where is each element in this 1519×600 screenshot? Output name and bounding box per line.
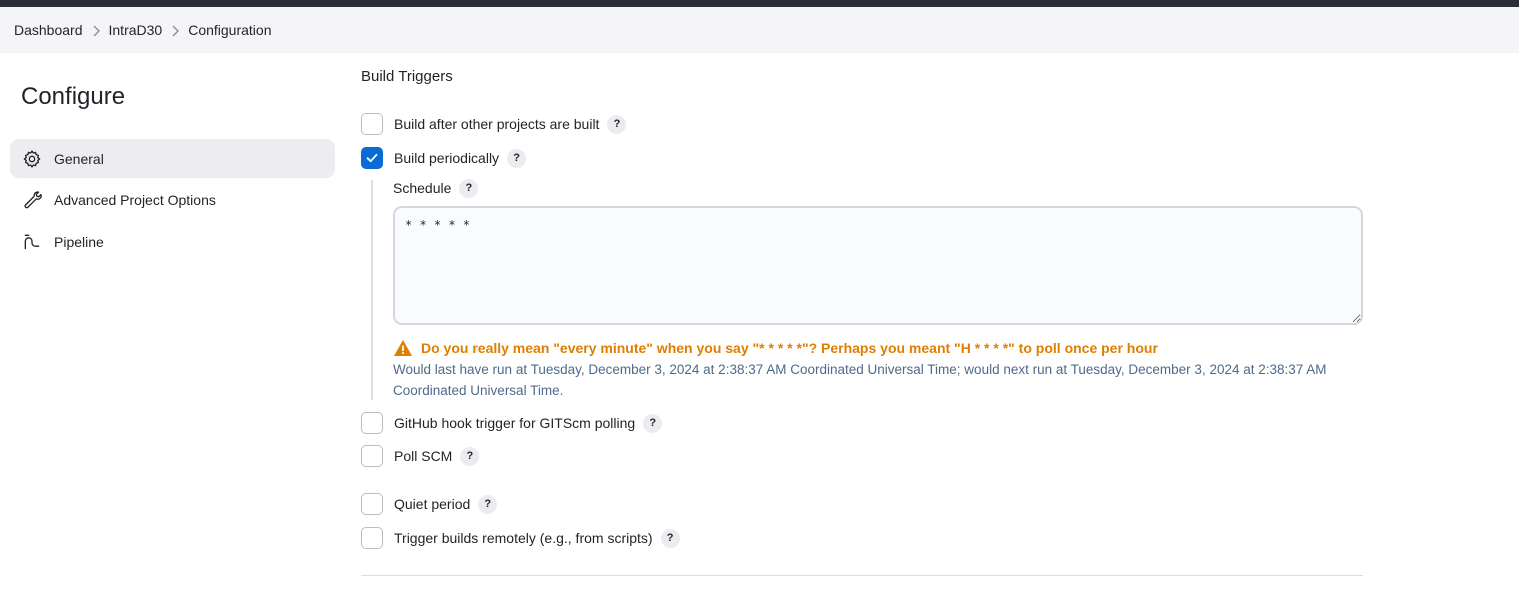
sidebar-item-advanced-project-options[interactable]: Advanced Project Options	[10, 180, 335, 219]
help-icon[interactable]: ?	[460, 446, 480, 466]
build-periodically-label[interactable]: Build periodically	[394, 150, 499, 166]
build-periodically-checkbox[interactable]	[361, 147, 383, 169]
schedule-warning: Do you really mean "every minute" when y…	[393, 338, 1158, 358]
help-icon[interactable]: ?	[643, 413, 663, 433]
github-hook-label[interactable]: GitHub hook trigger for GITScm polling	[394, 415, 635, 431]
sidebar-item-label: Pipeline	[54, 233, 104, 250]
breadcrumb-dashboard[interactable]: Dashboard	[14, 22, 83, 38]
nested-indent-line	[371, 180, 373, 400]
sidebar-item-general[interactable]: General	[10, 139, 335, 178]
help-icon[interactable]: ?	[660, 528, 680, 548]
trigger-remotely-label[interactable]: Trigger builds remotely (e.g., from scri…	[394, 530, 653, 546]
checkmark-icon	[366, 153, 378, 163]
sidebar-item-label: Advanced Project Options	[54, 191, 216, 208]
schedule-run-info: Would last have run at Tuesday, December…	[393, 362, 1327, 398]
pipeline-icon	[22, 232, 42, 252]
poll-scm-checkbox[interactable]	[361, 445, 383, 467]
chevron-right-icon	[162, 22, 188, 38]
build-triggers-section: Build Triggers Build after other project…	[361, 53, 1363, 600]
sidebar-item-pipeline[interactable]: Pipeline	[10, 222, 335, 261]
poll-scm-label[interactable]: Poll SCM	[394, 448, 452, 464]
sidebar-item-label: General	[54, 150, 104, 167]
top-header-bar	[0, 0, 1519, 7]
schedule-warning-text: Do you really mean "every minute" when y…	[421, 340, 1158, 356]
schedule-field-label: Schedule ?	[393, 178, 479, 198]
quiet-period-label[interactable]: Quiet period	[394, 496, 470, 512]
page-title: Configure	[21, 83, 126, 110]
section-title: Build Triggers	[361, 68, 453, 85]
option-quiet-period: Quiet period ?	[361, 493, 498, 515]
build-after-other-label[interactable]: Build after other projects are built	[394, 116, 599, 132]
help-icon[interactable]: ?	[459, 178, 479, 198]
trigger-github-hook: GitHub hook trigger for GITScm polling ?	[361, 412, 663, 434]
help-icon[interactable]: ?	[607, 114, 627, 134]
trigger-build-periodically: Build periodically ?	[361, 147, 527, 169]
help-icon[interactable]: ?	[507, 148, 527, 168]
gear-icon	[22, 149, 42, 169]
schedule-label: Schedule	[393, 180, 452, 196]
wrench-icon	[22, 190, 42, 210]
trigger-builds-remotely: Trigger builds remotely (e.g., from scri…	[361, 527, 680, 549]
warning-icon	[393, 338, 413, 358]
trigger-remotely-checkbox[interactable]	[361, 527, 383, 549]
breadcrumb-configuration[interactable]: Configuration	[188, 22, 271, 38]
schedule-input[interactable]	[393, 206, 1363, 325]
quiet-period-checkbox[interactable]	[361, 493, 383, 515]
chevron-right-icon	[83, 22, 109, 38]
build-after-other-checkbox[interactable]	[361, 113, 383, 135]
help-icon[interactable]: ?	[478, 494, 498, 514]
breadcrumb-project[interactable]: IntraD30	[109, 22, 163, 38]
breadcrumb: Dashboard IntraD30 Configuration	[0, 7, 1519, 53]
github-hook-checkbox[interactable]	[361, 412, 383, 434]
trigger-build-after-other: Build after other projects are built ?	[361, 113, 627, 135]
sidebar: Configure General Advanced Project Optio…	[0, 53, 345, 600]
section-divider	[361, 575, 1363, 576]
trigger-poll-scm: Poll SCM ?	[361, 445, 480, 467]
